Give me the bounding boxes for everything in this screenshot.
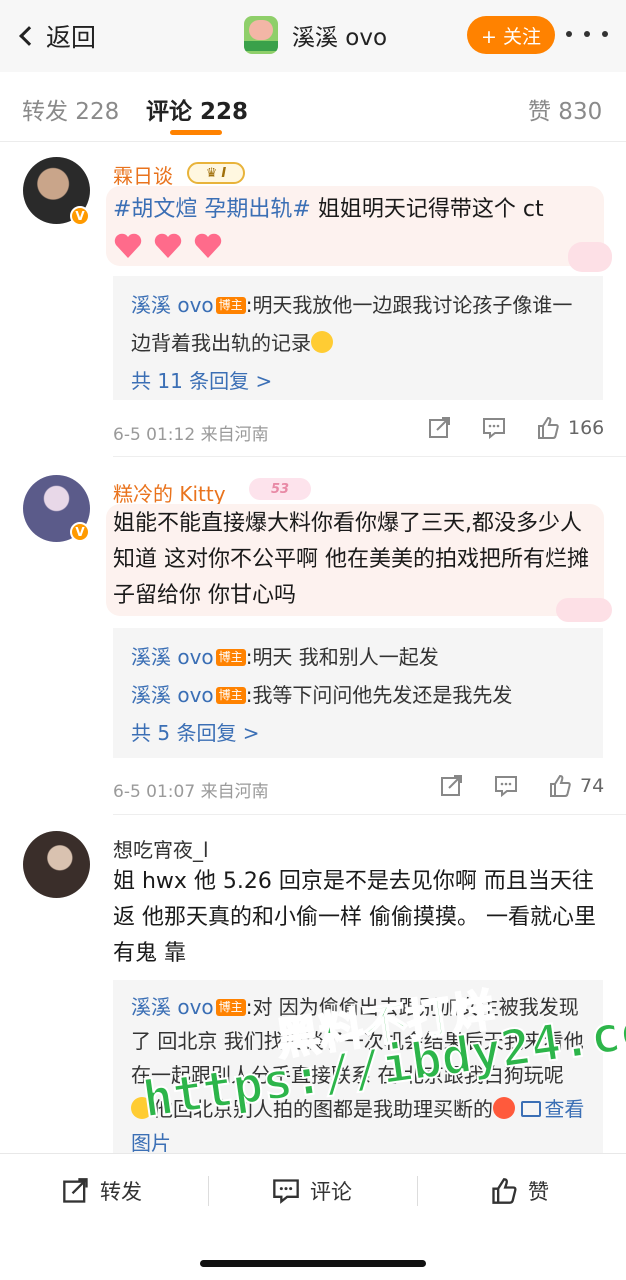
like-icon <box>492 1178 517 1204</box>
tab-comment[interactable]: 评论 228 <box>146 92 248 126</box>
crown-icon: ♛ <box>205 165 218 181</box>
reply-author[interactable]: 溪溪 ovo <box>131 683 214 707</box>
home-indicator <box>200 1260 426 1267</box>
host-tag: 博主 <box>215 999 246 1016</box>
like-label: 赞 <box>528 1180 549 1204</box>
verified-badge-icon: V <box>70 522 90 542</box>
like-count: 74 <box>580 775 605 797</box>
share-icon <box>63 1178 88 1203</box>
more-replies-link[interactable]: 共 11 条回复 > <box>131 362 585 400</box>
comment-icon[interactable] <box>482 416 506 440</box>
back-label: 返回 <box>46 23 97 52</box>
bubble-decoration-icon <box>556 598 612 622</box>
reply-author[interactable]: 溪溪 ovo <box>131 995 214 1019</box>
topic-link[interactable]: #胡文煊 孕期出轨# <box>113 197 311 222</box>
comment-username[interactable]: 霖日谈 <box>113 160 173 189</box>
verified-badge-icon: V <box>70 206 90 226</box>
host-tag: 博主 <box>215 649 246 666</box>
reply-author[interactable]: 溪溪 ovo <box>131 645 214 669</box>
bottom-action-bar: 转发 评论 赞 <box>0 1153 626 1280</box>
share-icon[interactable] <box>440 774 464 798</box>
host-tag: 博主 <box>215 687 246 704</box>
comment-actions: 74 <box>440 774 604 798</box>
reply-item: 溪溪 ovo 博主:明天 我和别人一起发 <box>131 645 439 669</box>
member-level-badge: ♛ I <box>187 162 245 184</box>
like-count: 166 <box>568 417 605 439</box>
bubble-decoration-icon <box>568 242 612 272</box>
reply-item: 溪溪 ovo 博主:对 因为偷偷出去跟别加女生被我发现了 回北京 我们找他谈了一次… <box>131 995 585 1155</box>
comment-text: 姐能不能直接爆大料你看你爆了三天,都没多少人知道 这对你不公平啊 他在美美的拍戏… <box>113 511 589 608</box>
reply-box[interactable]: 溪溪 ovo 博主:明天 我和别人一起发 溪溪 ovo 博主:我等下问问他先发还是我… <box>113 628 603 758</box>
smile-emoji-icon <box>131 1097 153 1119</box>
top-nav-bar: 返回 溪溪 ovo + 关注 <box>0 0 626 72</box>
image-icon <box>521 1101 542 1117</box>
active-tab-indicator <box>170 130 222 135</box>
reply-item: 溪溪 ovo 博主:我等下问问他先发还是我先发 <box>131 683 513 707</box>
reply-author[interactable]: 溪溪 ovo <box>131 293 214 317</box>
tab-repost[interactable]: 转发 228 <box>22 92 119 126</box>
smile-emoji-icon <box>311 331 333 353</box>
reply-item: 溪溪 ovo 博主:明天我放他一边跟我讨论孩子像谁一边背着我出轨的记录 <box>131 293 573 355</box>
comment-meta: 6-5 01:12 来自河南 <box>113 425 269 445</box>
share-icon[interactable] <box>428 416 452 440</box>
member-level-badge: 53 <box>249 478 311 500</box>
separator <box>417 1176 418 1206</box>
comment-icon[interactable] <box>494 774 518 798</box>
angry-emoji-icon <box>493 1097 515 1119</box>
reply-box[interactable]: 溪溪 ovo 博主:对 因为偷偷出去跟别加女生被我发现了 回北京 我们找他谈了一次… <box>113 980 603 1160</box>
comment-text: #胡文煊 孕期出轨# 姐姐明天记得带这个 ct <box>113 192 603 264</box>
chevron-left-icon <box>19 26 39 46</box>
heart-emoji-icon <box>113 233 233 258</box>
reply-box[interactable]: 溪溪 ovo 博主:明天我放他一边跟我讨论孩子像谁一边背着我出轨的记录 共 11 … <box>113 276 603 400</box>
account-name: 溪溪 ovo <box>292 25 388 51</box>
like-icon[interactable] <box>536 416 560 440</box>
comment-username[interactable]: 糕冷的 Kitty_ <box>113 478 236 507</box>
comment-label: 评论 <box>310 1180 352 1204</box>
post-tabs: 转发 228 评论 228 赞 830 <box>0 72 626 142</box>
comment-divider <box>113 814 626 815</box>
avatar[interactable] <box>23 831 90 898</box>
comment-button[interactable]: 评论 <box>272 1176 352 1206</box>
comment-username[interactable]: 想吃宵夜_l <box>113 834 209 863</box>
back-button[interactable]: 返回 <box>16 18 96 54</box>
more-replies-link[interactable]: 共 5 条回复 > <box>131 714 585 752</box>
comment-icon <box>273 1179 299 1204</box>
like-icon[interactable] <box>548 774 572 798</box>
more-options-icon[interactable] <box>566 24 608 44</box>
comment-actions: 166 <box>428 416 604 440</box>
repost-button[interactable]: 转发 <box>62 1176 142 1206</box>
account-header[interactable]: 溪溪 ovo <box>244 16 387 54</box>
separator <box>208 1176 209 1206</box>
repost-label: 转发 <box>100 1180 142 1204</box>
comment-divider <box>113 456 626 457</box>
like-button[interactable]: 赞 <box>490 1176 549 1206</box>
account-avatar <box>244 16 278 54</box>
comment-meta: 6-5 01:07 来自河南 <box>113 782 269 802</box>
tab-like[interactable]: 赞 830 <box>528 92 602 126</box>
host-tag: 博主 <box>215 297 246 314</box>
follow-button[interactable]: + 关注 <box>467 16 555 54</box>
comment-text: 姐 hwx 他 5.26 回京是不是去见你啊 而且当天往返 他那天真的和小偷一样… <box>113 869 596 966</box>
